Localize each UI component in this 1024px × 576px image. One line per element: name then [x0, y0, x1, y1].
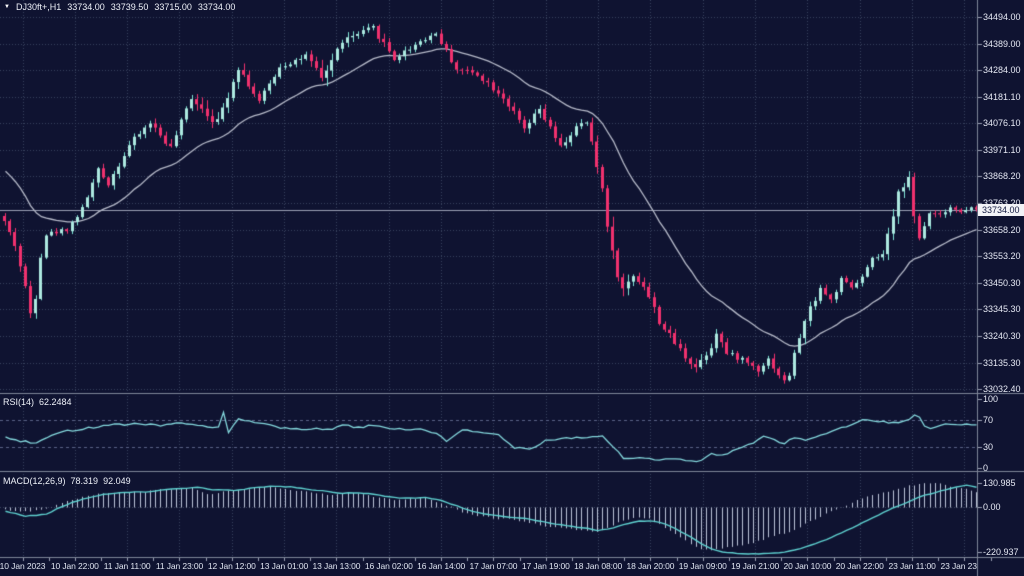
- macd-main-value: 78.319: [71, 476, 99, 486]
- time-axis-label: 12 Jan 12:00: [208, 561, 256, 571]
- rsi-value: 62.2484: [39, 397, 72, 407]
- price-axis-label: 33450.30: [983, 278, 1021, 288]
- macd-axis-label: 0.00: [983, 502, 1001, 512]
- time-axis[interactable]: 10 Jan 2023 10 Jan 22:00 11 Jan 11:00 11 Ja…: [0, 557, 977, 576]
- time-axis-label: 13 Jan 13:00: [312, 561, 360, 571]
- current-price-badge: 33734.00: [978, 204, 1024, 216]
- macd-axis-label: 130.985: [983, 478, 1016, 488]
- rsi-axis-label: 70: [983, 415, 993, 425]
- time-axis-label: 17 Jan 07:00: [469, 561, 517, 571]
- time-axis-label: 11 Jan 23:00: [156, 561, 203, 571]
- time-axis-label: 16 Jan 14:00: [417, 561, 465, 571]
- ohlc-low: 33715.00: [154, 2, 192, 12]
- time-axis-label: 18 Jan 08:00: [574, 561, 622, 571]
- time-axis-label: 10 Jan 2023: [0, 561, 45, 571]
- ohlc-open: 33734.00: [67, 2, 105, 12]
- symbol-period-label: DJ30ft+,H1: [16, 2, 61, 12]
- price-axis-label: 34284.00: [983, 65, 1021, 75]
- rsi-axis-label: 0: [983, 463, 988, 473]
- macd-signal-value: 92.049: [103, 476, 131, 486]
- rsi-axis-label: 30: [983, 442, 993, 452]
- price-axis-label: 34389.00: [983, 39, 1021, 49]
- macd-panel-label: MACD(12,26,9) 78.319 92.049: [3, 476, 131, 486]
- rsi-axis-label: 100: [983, 394, 998, 404]
- macd-indicator-name: MACD(12,26,9): [3, 476, 66, 486]
- ohlc-high: 33739.50: [111, 2, 149, 12]
- time-axis-label: 16 Jan 02:00: [365, 561, 413, 571]
- price-axis-label: 33868.20: [983, 171, 1021, 181]
- time-axis-label: 18 Jan 20:00: [626, 561, 674, 571]
- time-axis-label: 13 Jan 01:00: [260, 561, 308, 571]
- time-axis-label: 20 Jan 10:00: [783, 561, 831, 571]
- price-axis-label: 34494.00: [983, 12, 1021, 22]
- symbol-collapse-icon[interactable]: ▼: [4, 2, 10, 12]
- time-axis-label: 17 Jan 19:00: [522, 561, 570, 571]
- price-axis-label: 33345.30: [983, 304, 1021, 314]
- price-axis-label: 34181.10: [983, 92, 1021, 102]
- price-axis[interactable]: 33734.00 34494.00 34389.00 34284.00 34181.1…: [977, 0, 1024, 576]
- ohlc-close: 33734.00: [198, 2, 236, 12]
- time-axis-label: 11 Jan 11:00: [104, 561, 151, 571]
- rsi-indicator-name: RSI(14): [3, 397, 34, 407]
- macd-axis-label: -220.937: [983, 547, 1019, 557]
- time-axis-label: 19 Jan 09:00: [679, 561, 727, 571]
- time-axis-label: 23 Jan 23:00: [940, 561, 977, 571]
- price-axis-label: 33135.30: [983, 358, 1021, 368]
- price-axis-label: 34076.10: [983, 118, 1021, 128]
- rsi-panel-label: RSI(14) 62.2484: [3, 397, 72, 407]
- time-axis-label: 19 Jan 21:00: [731, 561, 779, 571]
- chart-canvas[interactable]: [0, 0, 1024, 576]
- price-axis-label: 33240.30: [983, 331, 1021, 341]
- price-axis-label: 33032.40: [983, 384, 1021, 394]
- time-axis-label: 10 Jan 22:00: [51, 561, 99, 571]
- time-axis-label: 23 Jan 11:00: [888, 561, 935, 571]
- price-axis-label: 33553.20: [983, 251, 1021, 261]
- chart-title: ▼ DJ30ft+,H1 33734.00 33739.50 33715.00 …: [4, 2, 235, 12]
- price-axis-label: 33971.10: [983, 145, 1021, 155]
- time-axis-label: 20 Jan 22:00: [836, 561, 884, 571]
- chart-window: ▼ DJ30ft+,H1 33734.00 33739.50 33715.00 …: [0, 0, 1024, 576]
- price-axis-label: 33658.20: [983, 225, 1021, 235]
